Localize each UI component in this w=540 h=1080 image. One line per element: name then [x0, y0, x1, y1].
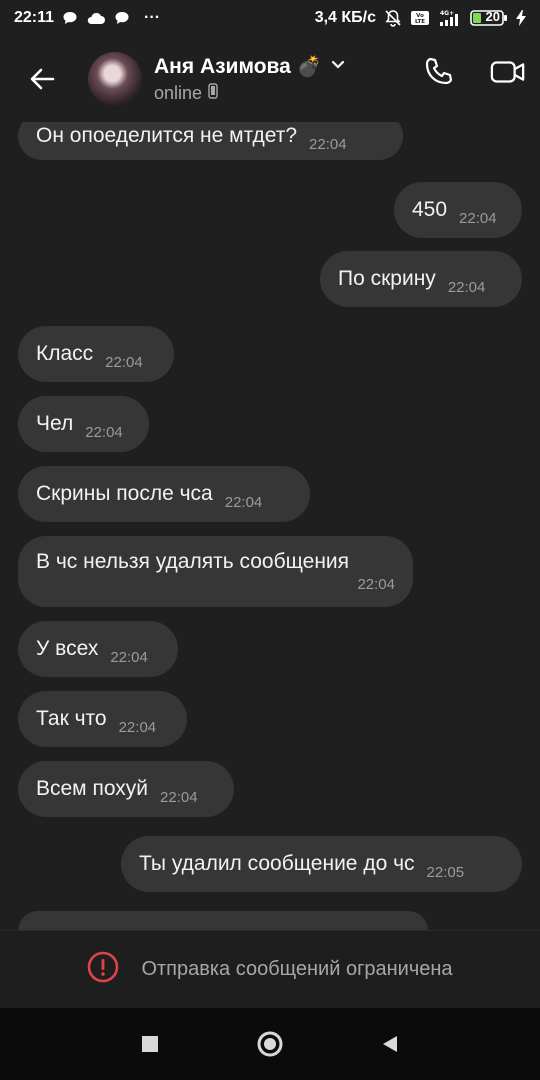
message-text: У всех — [36, 637, 99, 660]
call-button[interactable] — [420, 54, 456, 90]
arrow-left-icon — [30, 68, 55, 90]
message-time: 22:04 — [309, 135, 347, 153]
message-time: 22:04 — [160, 788, 198, 806]
message-list[interactable]: Он опоеделится не мтдет? 22:04 450 22:04… — [0, 122, 540, 930]
video-camera-icon — [490, 61, 525, 83]
message-time: 22:04 — [110, 648, 148, 666]
chat-bubble-icon-2 — [114, 10, 130, 26]
message-bubble-incoming[interactable]: Так что 22:04 — [18, 691, 187, 747]
video-call-button[interactable] — [490, 54, 526, 90]
warning-icon — [87, 951, 119, 988]
status-bar: 22:11 ··· 3,4 КБ/с Vo LTE 4G+ 20 — [0, 0, 540, 36]
phone-icon — [425, 57, 453, 85]
message-time: 22:04 — [447, 278, 486, 296]
message-text: 450 — [412, 198, 448, 221]
message-text: Класс — [36, 342, 94, 365]
message-bubble-outgoing[interactable]: Ты удалил сообщение до чс 22:05 — [121, 836, 522, 892]
back-nav-button[interactable] — [370, 1024, 410, 1064]
home-button[interactable] — [250, 1024, 290, 1064]
system-nav-bar — [0, 1008, 540, 1080]
message-time: 22:05 — [426, 863, 465, 881]
message-time: 22:04 — [224, 493, 263, 511]
message-text: По скрину — [338, 267, 436, 290]
chat-bubble-icon — [62, 10, 78, 26]
message-bubble-outgoing[interactable]: 450 22:04 — [394, 182, 522, 238]
message-text: Чел — [36, 412, 74, 435]
charging-icon — [516, 10, 526, 26]
battery-level: 20 — [485, 9, 500, 24]
svg-text:4G+: 4G+ — [440, 10, 454, 17]
network-speed: 3,4 КБ/с — [314, 9, 376, 26]
message-text: Скрины после чса — [36, 482, 213, 505]
avatar[interactable] — [88, 52, 142, 106]
message-text: Он опоеделится не мтдет? — [36, 124, 298, 147]
mobile-device-icon — [208, 83, 218, 104]
message-time: 22:04 — [357, 576, 395, 593]
silent-bell-icon — [384, 9, 402, 27]
message-bubble-outgoing[interactable]: По скрину 22:04 — [320, 251, 522, 307]
message-bubble-incoming[interactable]: У всех 22:04 — [18, 621, 178, 677]
message-text: Так что — [36, 707, 107, 730]
restricted-message: Отправка сообщений ограничена — [141, 958, 453, 980]
square-icon — [142, 1036, 158, 1052]
message-bubble-incoming[interactable]: Класс 22:04 — [18, 326, 174, 382]
message-bubble-incoming[interactable]: В чс нельзя удалять сообщения 22:04 — [18, 536, 413, 607]
message-bubble-incoming[interactable]: Чел 22:04 — [18, 396, 149, 452]
message-bubble-incoming[interactable]: Скрины после чса 22:04 — [18, 466, 310, 522]
message-text: Ты удалил сообщение до чс — [139, 852, 415, 875]
svg-text:LTE: LTE — [415, 19, 425, 25]
message-time: 22:04 — [459, 209, 497, 227]
message-bubble-incoming[interactable]: Он опоеделится не мтдет? 22:04 — [18, 122, 403, 160]
more-notifications-dots: ··· — [144, 9, 161, 26]
message-bubble-partial[interactable] — [18, 911, 428, 930]
contact-emoji: 💣 — [296, 56, 322, 78]
message-time: 22:04 — [105, 353, 143, 371]
volte-icon: Vo LTE — [410, 10, 430, 26]
recent-apps-button[interactable] — [130, 1024, 170, 1064]
triangle-back-icon — [383, 1036, 397, 1052]
back-button[interactable] — [12, 49, 72, 109]
messaging-restricted-bar: Отправка сообщений ограничена — [0, 930, 540, 1008]
contact-name: Аня Азимова — [154, 54, 291, 78]
chat-header: Аня Азимова 💣 online — [0, 36, 540, 122]
cloud-icon — [86, 11, 106, 25]
status-time: 22:11 — [14, 9, 55, 26]
message-text: В чс нельзя удалять сообщения — [36, 550, 350, 573]
message-time: 22:04 — [85, 423, 123, 441]
message-text: Всем похуй — [36, 777, 149, 800]
message-bubble-incoming[interactable]: Всем похуй 22:04 — [18, 761, 234, 817]
circle-icon — [257, 1031, 283, 1057]
contact-status: online — [154, 83, 203, 103]
signal-icon: 4G+ — [438, 9, 462, 27]
message-time: 22:04 — [118, 718, 157, 736]
chevron-down-icon[interactable] — [330, 58, 346, 76]
contact-info[interactable]: Аня Азимова 💣 online — [154, 54, 346, 104]
